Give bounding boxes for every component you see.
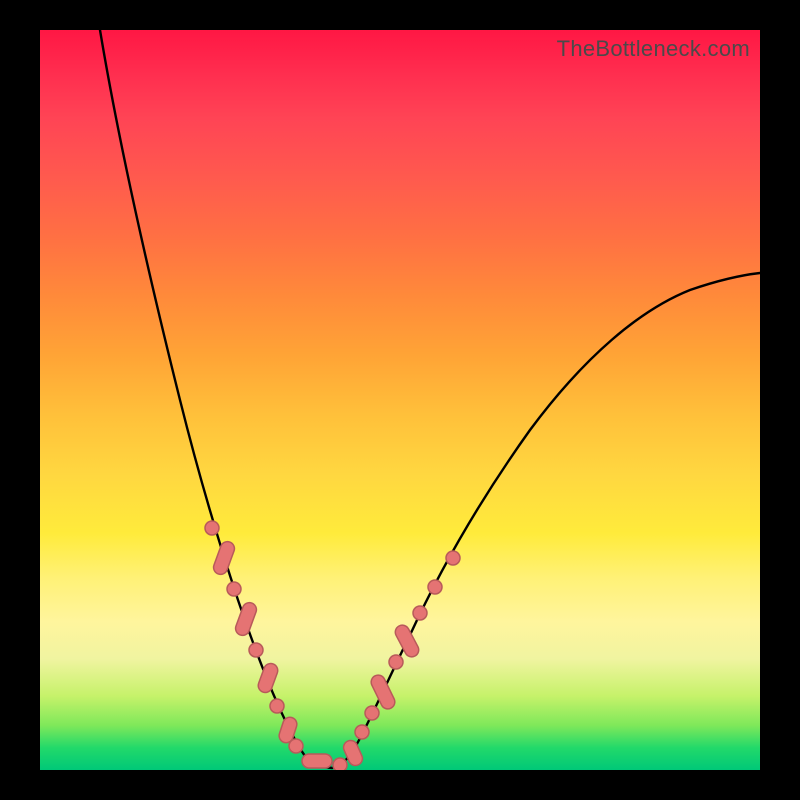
chart-frame: TheBottleneck.com	[0, 0, 800, 800]
curve-marker-pill	[212, 540, 237, 577]
curve-marker	[355, 725, 369, 739]
curve-marker	[365, 706, 379, 720]
curve-marker-pill	[393, 623, 421, 660]
curve-marker-pill	[256, 662, 279, 695]
marker-group	[205, 521, 460, 770]
curve-marker-pill	[302, 754, 332, 768]
chart-svg	[40, 30, 760, 770]
curve-marker	[205, 521, 219, 535]
curve-marker	[289, 739, 303, 753]
curve-marker	[227, 582, 241, 596]
plot-area: TheBottleneck.com	[40, 30, 760, 770]
curve-marker	[428, 580, 442, 594]
curve-marker	[413, 606, 427, 620]
curve-marker	[249, 643, 263, 657]
curve-marker	[446, 551, 460, 565]
curve-marker	[389, 655, 403, 669]
curve-marker-pill	[234, 601, 259, 638]
curve-marker	[333, 758, 347, 770]
bottleneck-curve	[100, 30, 760, 768]
curve-marker	[270, 699, 284, 713]
